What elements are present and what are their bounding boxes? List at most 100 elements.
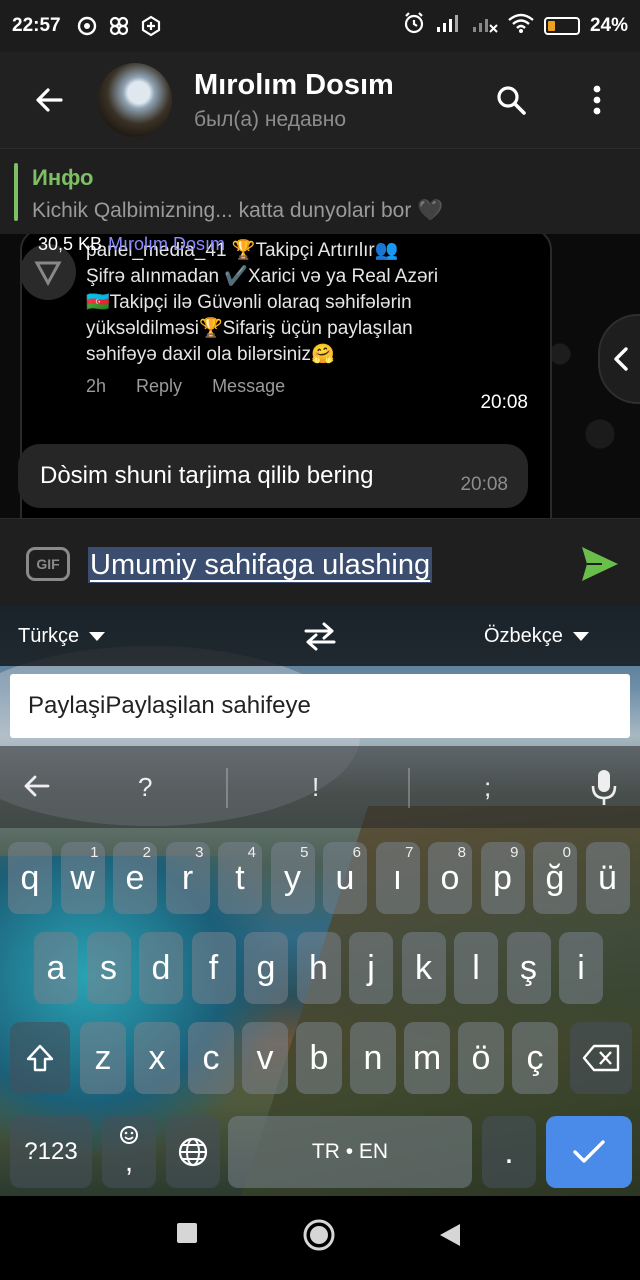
key-ö[interactable]: ö — [458, 1022, 504, 1094]
media-time: 20:08 — [480, 392, 528, 413]
chevron-left-icon — [614, 347, 628, 371]
pinned-message[interactable]: Инфо Kichik Qalbimizning... katta dunyol… — [0, 148, 640, 234]
nav-back-button[interactable] — [438, 1222, 462, 1253]
status-bar: 22:57 24% — [0, 0, 640, 52]
send-button[interactable] — [580, 545, 620, 588]
key-h[interactable]: h — [296, 932, 341, 1004]
key-s[interactable]: s — [86, 932, 131, 1004]
language-key[interactable] — [166, 1116, 220, 1188]
key-k[interactable]: k — [401, 932, 446, 1004]
key-ü[interactable]: ü — [585, 842, 630, 914]
more-options-button[interactable] — [554, 84, 640, 116]
key-label: ş — [520, 948, 537, 987]
key-r[interactable]: r3 — [165, 842, 210, 914]
shift-arrow-icon — [26, 1044, 54, 1072]
backspace-key[interactable] — [570, 1022, 632, 1094]
key-t[interactable]: t4 — [218, 842, 262, 914]
translate-input[interactable]: PaylaşiPaylaşilan sahifeye — [10, 674, 630, 738]
chat-area: panel_media_41 🏆Takipçi Artırılır👥 Şifrə… — [0, 234, 640, 518]
file-size: 30,5 KB — [38, 234, 103, 254]
translate-bar: Türkçe Özbekçe — [0, 606, 640, 666]
triangle-back-icon — [440, 1224, 460, 1246]
key-d[interactable]: d — [139, 932, 183, 1004]
key-label: d — [151, 948, 171, 987]
key-hint: 9 — [510, 844, 519, 861]
key-label: w — [70, 858, 95, 897]
key-label: q — [20, 858, 40, 897]
key-hint: 8 — [457, 844, 466, 861]
voice-input-button[interactable] — [590, 768, 618, 813]
enter-key[interactable] — [546, 1116, 632, 1188]
shift-key[interactable] — [10, 1022, 70, 1094]
recents-button[interactable] — [176, 1222, 198, 1249]
key-w[interactable]: w1 — [60, 842, 105, 914]
message-input[interactable]: Umumiy sahifaga ulashing — [88, 547, 433, 583]
key-i[interactable]: i — [559, 932, 603, 1004]
key-z[interactable]: z — [80, 1022, 126, 1094]
key-label: k — [415, 948, 432, 987]
search-button[interactable] — [468, 84, 554, 116]
square-icon — [177, 1223, 197, 1243]
key-hint: 4 — [247, 844, 256, 861]
arrow-left-icon — [24, 775, 50, 797]
caption-line: yüksəldilməsi🏆Sifariş üçün paylaşılan — [86, 318, 413, 339]
key-ç[interactable]: ç — [512, 1022, 558, 1094]
scroll-side-button[interactable] — [598, 314, 640, 404]
key-ı[interactable]: ı7 — [375, 842, 420, 914]
text-message[interactable]: Dòsim shuni tarjima qilib bering 20:08 — [18, 444, 528, 508]
key-ş[interactable]: ş — [506, 932, 551, 1004]
key-v[interactable]: v — [242, 1022, 288, 1094]
back-button[interactable] — [0, 84, 98, 116]
key-q[interactable]: q — [8, 842, 52, 914]
swap-languages-button[interactable] — [300, 620, 340, 658]
target-language-select[interactable]: Özbekçe — [484, 625, 589, 648]
suggestion-1[interactable]: ? — [138, 772, 152, 803]
key-x[interactable]: x — [134, 1022, 180, 1094]
chat-title-block[interactable]: Mırolım Dosım был(а) недавно — [194, 69, 468, 132]
source-language: Türkçe — [18, 625, 80, 647]
emoji-comma-key[interactable]: , — [102, 1116, 156, 1188]
gif-button[interactable]: GIF — [26, 547, 70, 581]
last-seen-status: был(а) недавно — [194, 107, 347, 131]
contact-name: Mırolım Dosım — [194, 68, 394, 101]
key-label: p — [493, 858, 512, 897]
key-p[interactable]: p9 — [480, 842, 525, 914]
comma-label: , — [124, 1145, 134, 1178]
key-m[interactable]: m — [404, 1022, 450, 1094]
caption-line: Şifrə alınmadan ✔️Xarici və ya Real Azər… — [86, 266, 439, 287]
suggestion-divider — [226, 768, 228, 808]
period-key[interactable]: . — [482, 1116, 536, 1188]
dropdown-arrow-icon — [572, 632, 589, 641]
suggestion-2[interactable]: ! — [312, 772, 319, 803]
suggestion-divider — [408, 768, 410, 808]
avatar[interactable] — [98, 63, 172, 137]
key-n[interactable]: n — [350, 1022, 396, 1094]
key-f[interactable]: f — [191, 932, 236, 1004]
key-y[interactable]: y5 — [270, 842, 315, 914]
source-language-select[interactable]: Türkçe — [18, 625, 106, 648]
key-o[interactable]: o8 — [428, 842, 472, 914]
key-label: ö — [471, 1038, 491, 1077]
search-icon — [497, 86, 526, 115]
suggestion-back-button[interactable] — [20, 770, 52, 807]
key-l[interactable]: l — [454, 932, 498, 1004]
telegram-chat-screen: 22:57 24% Mırolım Dosım был(а) недавно И… — [0, 0, 640, 1280]
home-button[interactable] — [302, 1218, 336, 1257]
key-g[interactable]: g — [244, 932, 288, 1004]
key-e[interactable]: e2 — [113, 842, 157, 914]
post-age: 2h — [86, 376, 107, 396]
key-j[interactable]: j — [349, 932, 393, 1004]
message-text: Dòsim shuni tarjima qilib bering — [40, 462, 374, 489]
space-bar[interactable]: TR • EN — [228, 1116, 472, 1188]
key-ğ[interactable]: ğ0 — [533, 842, 577, 914]
key-u[interactable]: u6 — [323, 842, 367, 914]
key-label: ğ — [545, 858, 565, 897]
key-b[interactable]: b — [296, 1022, 342, 1094]
key-c[interactable]: c — [188, 1022, 234, 1094]
symbols-key[interactable]: ?123 — [10, 1116, 92, 1188]
key-label: ç — [526, 1038, 544, 1077]
suggestion-3[interactable]: ; — [484, 772, 491, 803]
plus-badge-icon — [139, 14, 163, 38]
navigation-bar — [0, 1196, 640, 1280]
key-a[interactable]: a — [34, 932, 78, 1004]
